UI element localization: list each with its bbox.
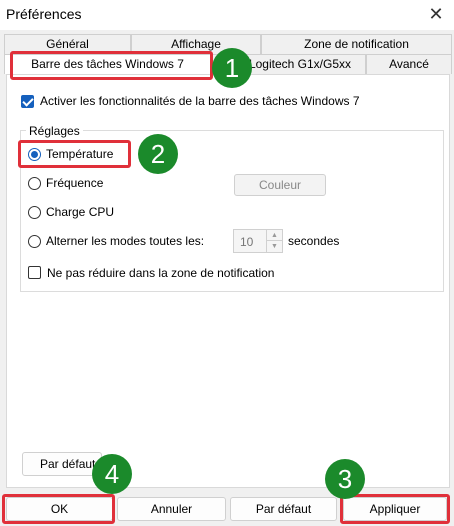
ok-button[interactable]: OK xyxy=(6,497,113,521)
radio-charge-cpu[interactable] xyxy=(28,206,41,219)
interval-stepper[interactable]: 10 ▲ ▼ xyxy=(233,229,283,253)
tab-zone-notification[interactable]: Zone de notification xyxy=(261,34,452,54)
window-title: Préférences xyxy=(6,6,82,22)
step-badge-1: 1 xyxy=(212,48,252,88)
apply-button[interactable]: Appliquer xyxy=(343,497,447,521)
step-badge-4: 4 xyxy=(92,454,132,494)
panel-defaults-button[interactable]: Par défaut xyxy=(22,452,102,476)
tab-barre-taches[interactable]: Barre des tâches Windows 7 xyxy=(4,54,211,74)
radio-alterner-label: Alterner les modes toutes les: xyxy=(46,234,205,248)
step-badge-3: 3 xyxy=(325,459,365,499)
close-icon[interactable]: ✕ xyxy=(424,2,448,26)
radio-charge-cpu-label: Charge CPU xyxy=(46,205,115,219)
interval-value: 10 xyxy=(240,235,254,249)
interval-unit-label: secondes xyxy=(288,234,340,248)
radio-frequence[interactable] xyxy=(28,177,41,190)
radio-temperature[interactable] xyxy=(28,148,41,161)
radio-alterner[interactable] xyxy=(28,235,41,248)
radio-temperature-label: Température xyxy=(46,147,114,161)
cancel-button[interactable]: Annuler xyxy=(117,497,226,521)
color-button[interactable]: Couleur xyxy=(234,174,326,196)
settings-group-label: Réglages xyxy=(26,124,83,138)
enable-taskbar-checkbox[interactable] xyxy=(21,95,34,108)
defaults-button[interactable]: Par défaut xyxy=(230,497,337,521)
no-minimize-label: Ne pas réduire dans la zone de notificat… xyxy=(47,266,275,280)
tab-general[interactable]: Général xyxy=(4,34,131,54)
step-badge-2: 2 xyxy=(138,134,178,174)
no-minimize-checkbox[interactable] xyxy=(28,266,41,279)
enable-taskbar-label: Activer les fonctionnalités de la barre … xyxy=(40,94,360,108)
stepper-buttons: ▲ ▼ xyxy=(266,230,282,252)
radio-frequence-label: Fréquence xyxy=(46,176,104,190)
chevron-up-icon[interactable]: ▲ xyxy=(267,230,282,241)
chevron-down-icon[interactable]: ▼ xyxy=(267,241,282,252)
tab-avance[interactable]: Avancé xyxy=(366,54,452,74)
title-bar: Préférences ✕ xyxy=(0,0,454,30)
